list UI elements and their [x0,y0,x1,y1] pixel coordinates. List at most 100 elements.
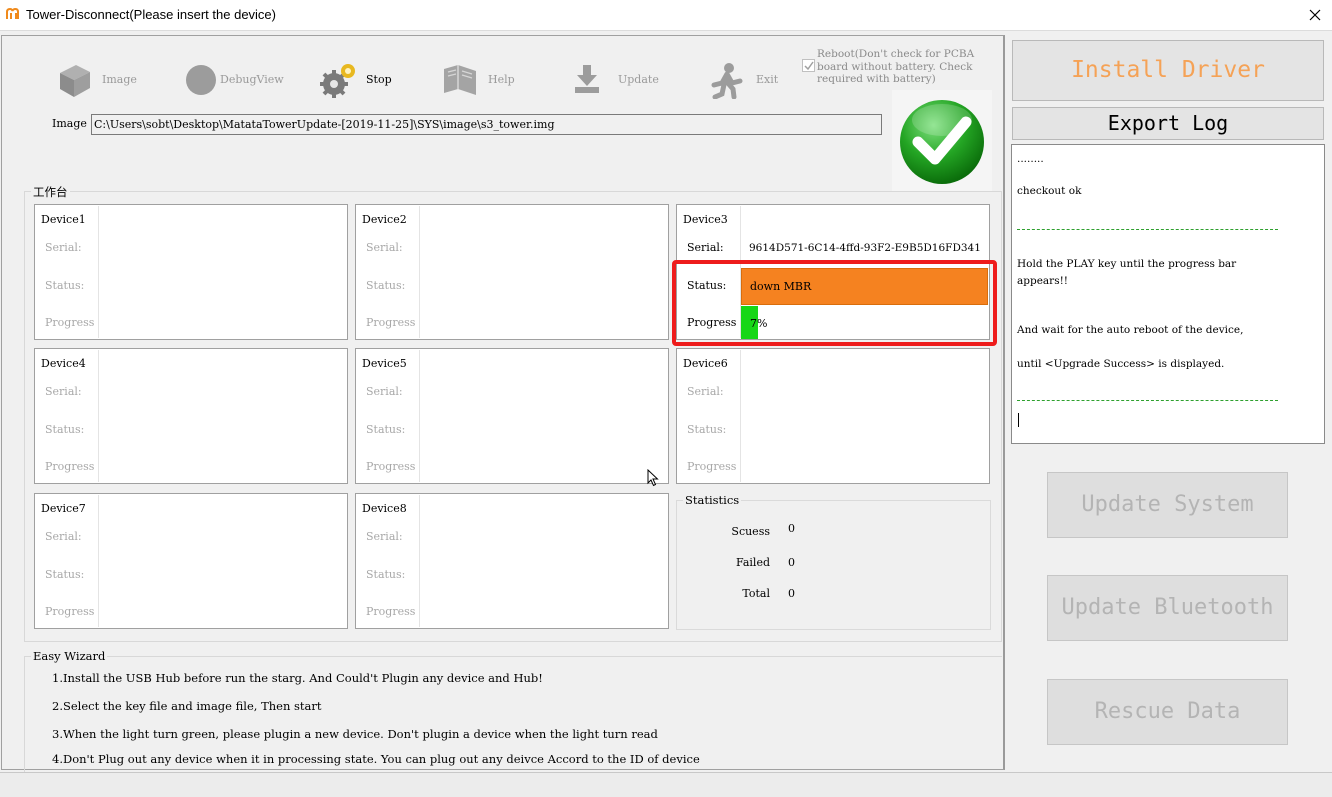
image-path-label: Image [52,117,87,130]
device-status-label: Status: [366,568,406,581]
toolbar-image-button[interactable]: Image [56,61,146,101]
device-panel-4: Device4 Serial: Status: Progress [34,348,348,484]
update-system-button[interactable]: Update System [1047,472,1288,538]
toolbar-exit-button[interactable]: Exit [710,61,800,101]
device-serial-label: Serial: [366,241,403,254]
update-bluetooth-button[interactable]: Update Bluetooth [1047,575,1288,641]
close-window-button[interactable] [1298,0,1332,31]
main-panel: Image DebugView Stop Help Update Exit Re… [1,35,1005,776]
image-path-field[interactable]: C:\Users\sobt\Desktop\MatataTowerUpdate-… [91,114,882,135]
device-status-label: Status: [687,423,727,436]
text-caret [1018,413,1019,427]
toolbar-debugview-button[interactable]: DebugView [184,61,294,101]
device-name: Device7 [41,502,86,515]
device-panel-6: Device6 Serial: Status: Progress [676,348,990,484]
device-divider [740,350,741,482]
device-progress-label: Progress [366,605,416,618]
toolbar-help-button[interactable]: Help [442,61,532,101]
device-divider [98,350,99,482]
device-serial-label: Serial: [366,530,403,543]
wizard-step-2: 2.Select the key file and image file, Th… [52,699,322,713]
log-hold-line-2: appears!! [1017,275,1069,287]
device-name: Device6 [683,357,728,370]
device-serial-value: 9614D571-6C14-4ffd-93F2-E9B5D16FD341 [749,242,981,254]
log-hold-line-1: Hold the PLAY key until the progress bar [1017,258,1237,270]
app-logo-icon [6,7,19,19]
device-name: Device8 [362,502,407,515]
device-divider [98,206,99,338]
running-man-icon [711,63,743,99]
workbench-label: 工作台 [31,184,70,200]
toolbar-stop-button[interactable]: Stop [319,61,409,101]
device-serial-label: Serial: [45,241,82,254]
checkmark-icon [804,61,814,71]
export-log-button[interactable]: Export Log [1012,107,1324,140]
device-progress-label: Progress [45,460,95,473]
download-arrow-icon [575,65,599,93]
statistics-label: Statistics [683,493,742,507]
mouse-cursor-icon [647,469,659,487]
device-divider [419,495,420,627]
log-until-line: until <Upgrade Success> is displayed. [1017,358,1225,370]
toolbar-image-label: Image [102,73,137,86]
device-serial-label: Serial: [366,385,403,398]
device-divider [98,495,99,627]
statistics-group: Statistics Scuess 0 Failed 0 Total 0 [676,493,991,630]
device-name: Device3 [683,213,728,226]
reboot-checkbox[interactable] [802,59,815,72]
device-panel-7: Device7 Serial: Status: Progress [34,493,348,629]
help-book-icon [444,65,476,95]
toolbar-stop-label: Stop [366,73,392,86]
device-progress-label: Progress [366,316,416,329]
close-icon [1309,9,1321,21]
stat-success-value: 0 [788,522,795,535]
wizard-step-4: 4.Don't Plug out any device when it in p… [52,752,700,766]
device-name: Device5 [362,357,407,370]
status-bar [0,772,1332,797]
easy-wizard-label: Easy Wizard [31,649,108,663]
log-output[interactable]: ........ checkout ok Hold the PLAY key u… [1011,144,1325,444]
install-driver-button[interactable]: Install Driver [1012,40,1324,101]
toolbar-exit-label: Exit [756,73,779,86]
title-bar: Tower-Disconnect(Please insert the devic… [0,0,1332,31]
wizard-step-1: 1.Install the USB Hub before run the sta… [52,671,543,685]
device-serial-label: Serial: [45,385,82,398]
device-name: Device4 [41,357,86,370]
log-wait-line: And wait for the auto reboot of the devi… [1017,324,1244,336]
status-light [892,90,992,192]
log-dots: ........ [1017,153,1044,165]
green-check-icon [900,100,984,184]
window-title: Tower-Disconnect(Please insert the devic… [26,7,276,22]
device-divider [419,206,420,338]
reboot-option-label: Reboot(Don't check for PCBA board withou… [817,48,975,85]
device-panel-1: Device1 Serial: Status: Progress [34,204,348,340]
stat-total-value: 0 [788,587,795,600]
stat-success-label: Scuess [731,525,770,538]
log-checkout: checkout ok [1017,185,1082,197]
device-panel-8: Device8 Serial: Status: Progress [355,493,669,629]
device-serial-label: Serial: [45,530,82,543]
device-progress-label: Progress [687,460,737,473]
toolbar-update-button[interactable]: Update [572,61,672,101]
stat-total-label: Total [742,587,770,600]
device-divider [419,350,420,482]
stat-failed-label: Failed [735,556,770,569]
image-box-icon [60,65,90,97]
toolbar-update-label: Update [618,73,659,86]
device-progress-label: Progress [45,316,95,329]
device-serial-label: Serial: [687,385,724,398]
device-progress-label: Progress [45,605,95,618]
toolbar-help-label: Help [488,73,515,86]
highlight-box [672,260,997,346]
device-status-label: Status: [45,279,85,292]
log-separator [1017,400,1278,401]
device-panel-5: Device5 Serial: Status: Progress [355,348,669,484]
device-name: Device1 [41,213,86,226]
rescue-data-button[interactable]: Rescue Data [1047,679,1288,745]
device-name: Device2 [362,213,407,226]
device-status-label: Status: [45,568,85,581]
toolbar-debugview-label: DebugView [220,73,284,86]
debug-circle-icon [186,65,216,95]
stat-failed-value: 0 [788,556,795,569]
device-serial-label: Serial: [687,241,724,254]
